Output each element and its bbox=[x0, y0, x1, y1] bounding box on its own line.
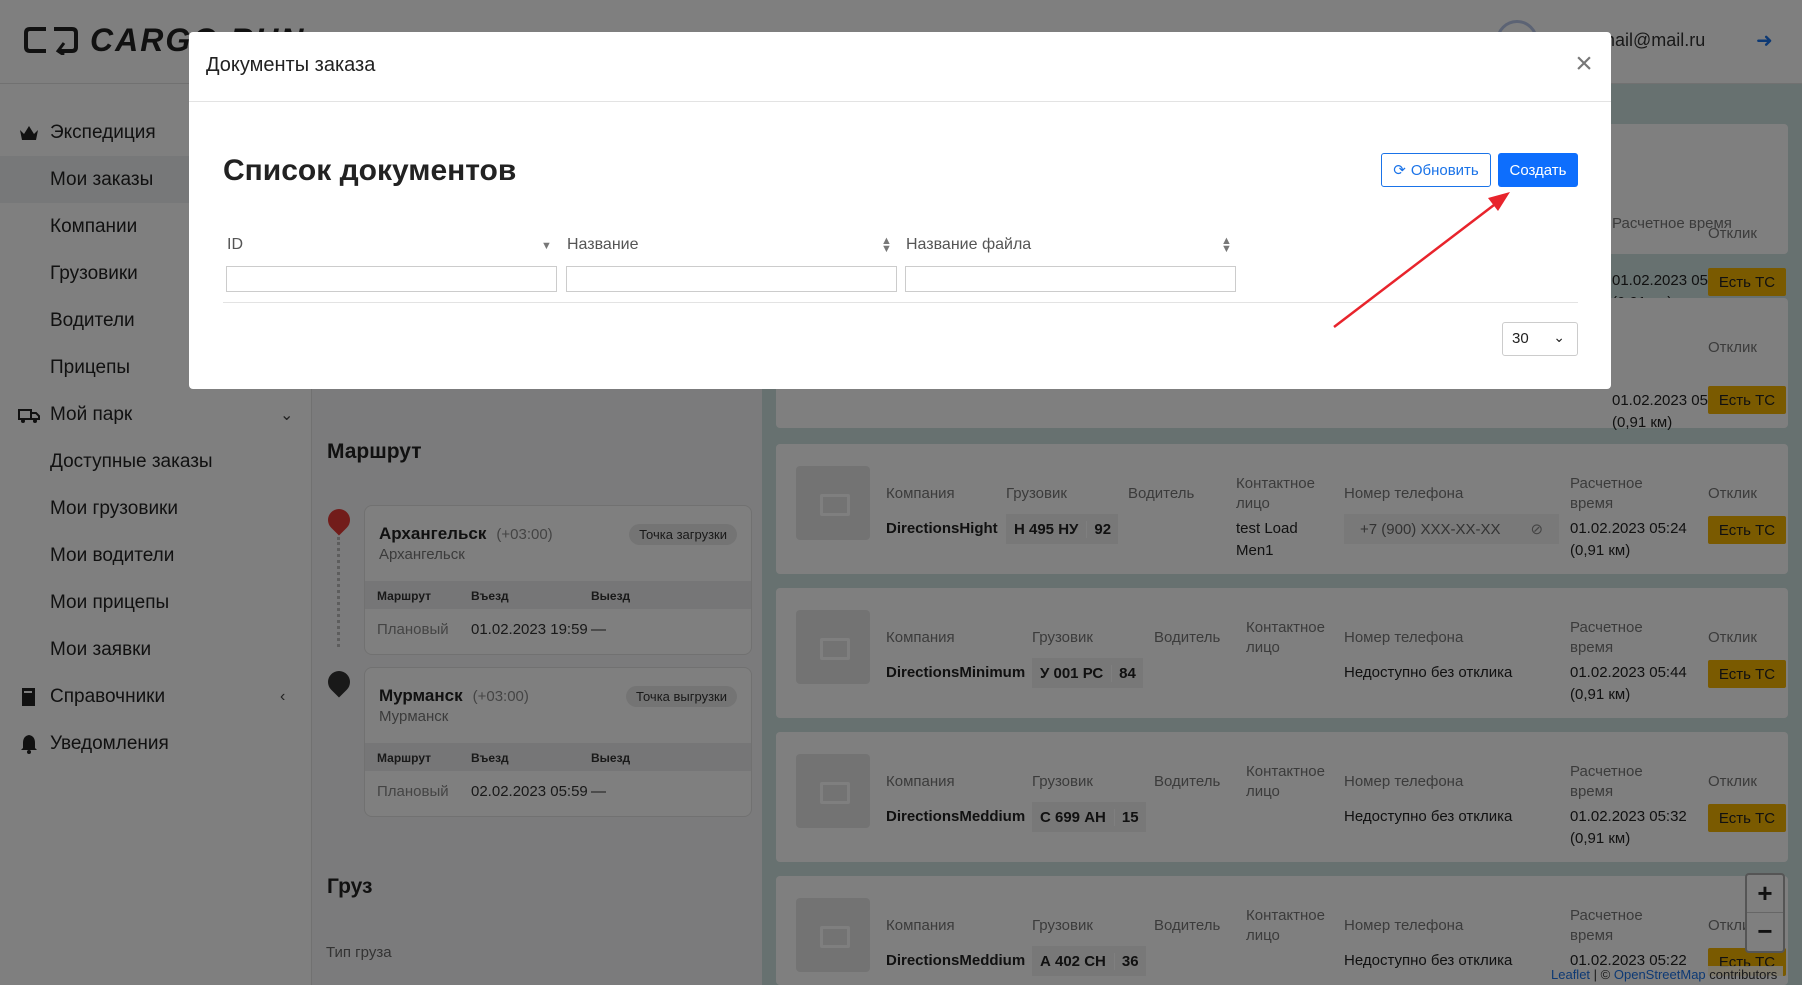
refresh-button[interactable]: ⟳ Обновить bbox=[1381, 153, 1491, 187]
sort-icon[interactable]: ▲ ▼ bbox=[881, 236, 892, 255]
column-header-id[interactable]: ID bbox=[227, 236, 243, 254]
column-header-file-name[interactable]: Название файла bbox=[906, 236, 1031, 254]
refresh-label: Обновить bbox=[1410, 161, 1479, 179]
documents-list-title: Список документов bbox=[223, 154, 517, 187]
page-size-select[interactable]: 30 ⌄ bbox=[1502, 322, 1578, 356]
modal-title: Документы заказа bbox=[206, 54, 376, 76]
filter-name-input[interactable] bbox=[566, 266, 897, 292]
chevron-down-icon: ⌄ bbox=[1553, 329, 1565, 345]
sort-desc-icon[interactable]: ▼ bbox=[541, 241, 552, 252]
documents-modal: Документы заказа × Список документов ⟳ О… bbox=[189, 32, 1611, 389]
table-divider bbox=[223, 302, 1578, 303]
column-header-name[interactable]: Название bbox=[567, 236, 639, 254]
sort-icon[interactable]: ▲ ▼ bbox=[1221, 236, 1232, 255]
filter-id-input[interactable] bbox=[226, 266, 557, 292]
close-icon[interactable]: × bbox=[1571, 49, 1597, 79]
modal-header: Документы заказа × bbox=[189, 32, 1611, 102]
create-button[interactable]: Создать bbox=[1498, 153, 1578, 187]
refresh-icon: ⟳ bbox=[1393, 162, 1406, 179]
filter-file-name-input[interactable] bbox=[905, 266, 1236, 292]
page-size-value: 30 bbox=[1512, 330, 1529, 347]
